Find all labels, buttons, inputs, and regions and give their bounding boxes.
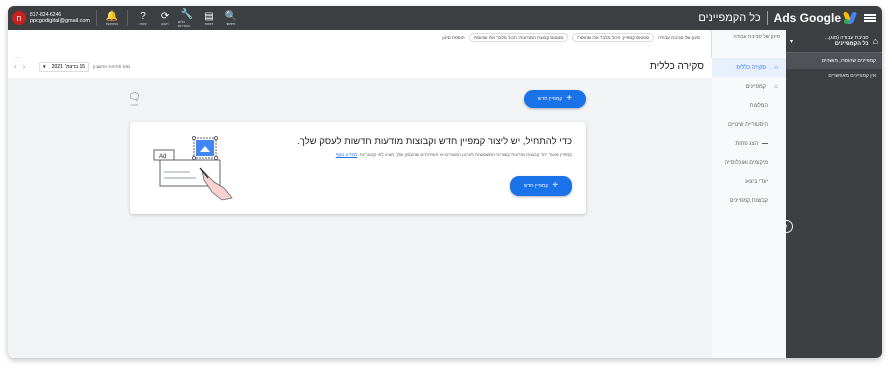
add-filter-button[interactable]: הוספת סינון [442,35,464,40]
nav-item-locations[interactable]: מיקומים ואוכלוסייה [712,153,786,172]
card-title: כדי להתחיל, יש ליצור קמפיין חדש וקבוצות … [297,136,572,147]
main-content: + קמפיין חדש 🗨 משוב כדי להתחיל, יש ליצור… [8,78,712,358]
refresh-icon: ⟳ [160,10,170,22]
tools-icon: 🔧 [180,8,194,20]
tools-button[interactable]: 🔧 כלים והגדרות [178,9,196,28]
workspace-filter-label[interactable]: סינון של סביבת עבודה [658,35,700,40]
get-started-card: כדי להתחיל, יש ליצור קמפיין חדש וקבוצות … [130,122,586,214]
nav-item-label: קמפיינים [745,83,766,90]
nav-item-label: סקירה כללית [736,64,766,71]
learn-more-link[interactable]: למידע נוסף [336,152,358,157]
divider [127,10,129,26]
brand-name: Ads Google [773,11,841,25]
nav-item-goals[interactable]: יעדי ביצוע [712,172,786,191]
help-label: עזרה [139,21,147,26]
account-selector[interactable]: ⌂ סביבת עבודה (מוגן... כל הקמפיינים ▾ [786,30,882,53]
page-title: כל הקמפיינים [698,12,761,24]
home-icon: ⌂ [774,83,778,90]
account-email: ppcgodigital@gmail.com [30,18,91,24]
feedback-button[interactable]: 🗨 משוב [128,92,141,107]
reports-label: דוחות [204,21,214,26]
date-range-picker[interactable]: 15 בדצמ׳ 2021 ▾ [39,62,89,72]
divider [96,10,98,26]
campaign-tree-sidebar: ⌂ סביבת עבודה (מוגן... כל הקמפיינים ▾ קמ… [780,30,882,358]
reports-icon: ▤ [204,10,214,22]
nav-item-overview[interactable]: ⌂ סקירה כללית [712,58,786,77]
date-range-label: מאז פתיחת החשבון [93,64,131,69]
ads-brand[interactable]: Ads Google [774,11,858,25]
adgroup-status-chip[interactable]: סטטוס קבוצת המודעות: הכול מלבד אלו שהוסר… [468,32,569,42]
new-campaign-label: קמפיין חדש [537,96,563,102]
nav-item-recommendations[interactable]: המלצות [712,96,786,115]
chevron-down-icon[interactable]: ▾ [790,38,793,45]
top-bar: Ads Google כל הקמפיינים ח 817-824-6246 p… [8,6,882,30]
home-icon: ⌂ [872,36,878,46]
date-range-value: 15 בדצמ׳ 2021 [51,64,85,70]
ad-tag-label: Ad [159,154,166,160]
card-desc-text: קמפיין מאגד יחד קבוצות מודעות קשורות המש… [358,152,572,157]
account-line2: כל הקמפיינים [834,41,869,47]
notifications-icon: 🔔 [105,10,119,22]
search-label: חיפוש [226,21,236,26]
help-icon: ? [140,10,146,22]
plus-icon: + [566,93,573,104]
google-ads-logo-icon [842,12,858,24]
tools-label: כלים והגדרות [178,19,190,28]
sidebar-item-no-campaigns[interactable]: אין קמפיינים מאפשרים [786,69,882,83]
card-description: קמפיין מאגד יחד קבוצות מודעות קשורות המש… [336,152,572,157]
new-campaign-button[interactable]: + קמפיין חדש [524,90,586,108]
feedback-icon: 🗨 [128,92,141,103]
overview-title: סקירה כללית [649,61,704,72]
minus-icon [762,143,768,144]
card-new-campaign-label: קמפיין חדש [523,183,549,189]
notifications-label: התראות [106,21,119,26]
nav-show-less-label: הצג פחות [735,140,758,147]
campaign-status-chip[interactable]: סטטוס קמפיין: הכול מלבד אלו שהוסרו [572,32,655,42]
reports-button[interactable]: ▤ דוחות [200,11,218,26]
search-button[interactable]: 🔍 חיפוש [222,11,240,26]
chevron-left-icon[interactable]: ‹ [14,62,23,71]
nav-item-change-history[interactable]: היסטוריית שינויים [712,115,786,134]
home-icon: ⌂ [774,64,778,71]
chevron-right-icon[interactable]: › [23,62,32,71]
filters: סינון של סביבת עבודה סטטוס קמפיין: הכול … [442,30,700,44]
card-new-campaign-button[interactable]: + קמפיין חדש [510,176,572,196]
app-window: Ads Google כל הקמפיינים ח 817-824-6246 p… [8,6,882,358]
help-button[interactable]: ? עזרה [134,11,152,26]
feedback-label: משוב [130,103,139,107]
plus-icon: + [552,180,559,191]
account-info[interactable]: 817-824-6246 ppcgodigital@gmail.com [30,12,90,24]
campaign-illustration: Ad [153,136,233,201]
divider [766,11,768,25]
nav-item-campaign-groups[interactable]: קבוצות קמפיינים [712,191,786,210]
nav-show-less[interactable]: הצג פחות [712,134,786,153]
page-header: סקירה כללית מאז פתיחת החשבון 15 בדצמ׳ 20… [8,58,712,79]
date-nav-arrows[interactable]: ‹› [14,62,31,71]
menu-icon[interactable] [864,12,876,24]
avatar[interactable]: ח [12,11,26,25]
notifications-button[interactable]: 🔔 התראות [103,11,121,26]
chevron-down-icon: ▾ [43,64,46,70]
search-icon: 🔍 [224,10,238,22]
nav-item-campaigns[interactable]: ⌂ קמפיינים [712,77,786,96]
page-nav: סינון של סביבת עבודה ⌂ סקירה כללית ⌂ קמפ… [711,30,786,358]
refresh-label: רענון [161,21,169,26]
refresh-button[interactable]: ⟳ רענון [156,11,174,26]
sidebar-item-removed-paused[interactable]: קמפיינים שהוסרו, מושהים [786,53,882,69]
nav-workspace-label: סינון של סביבת עבודה [733,34,780,40]
